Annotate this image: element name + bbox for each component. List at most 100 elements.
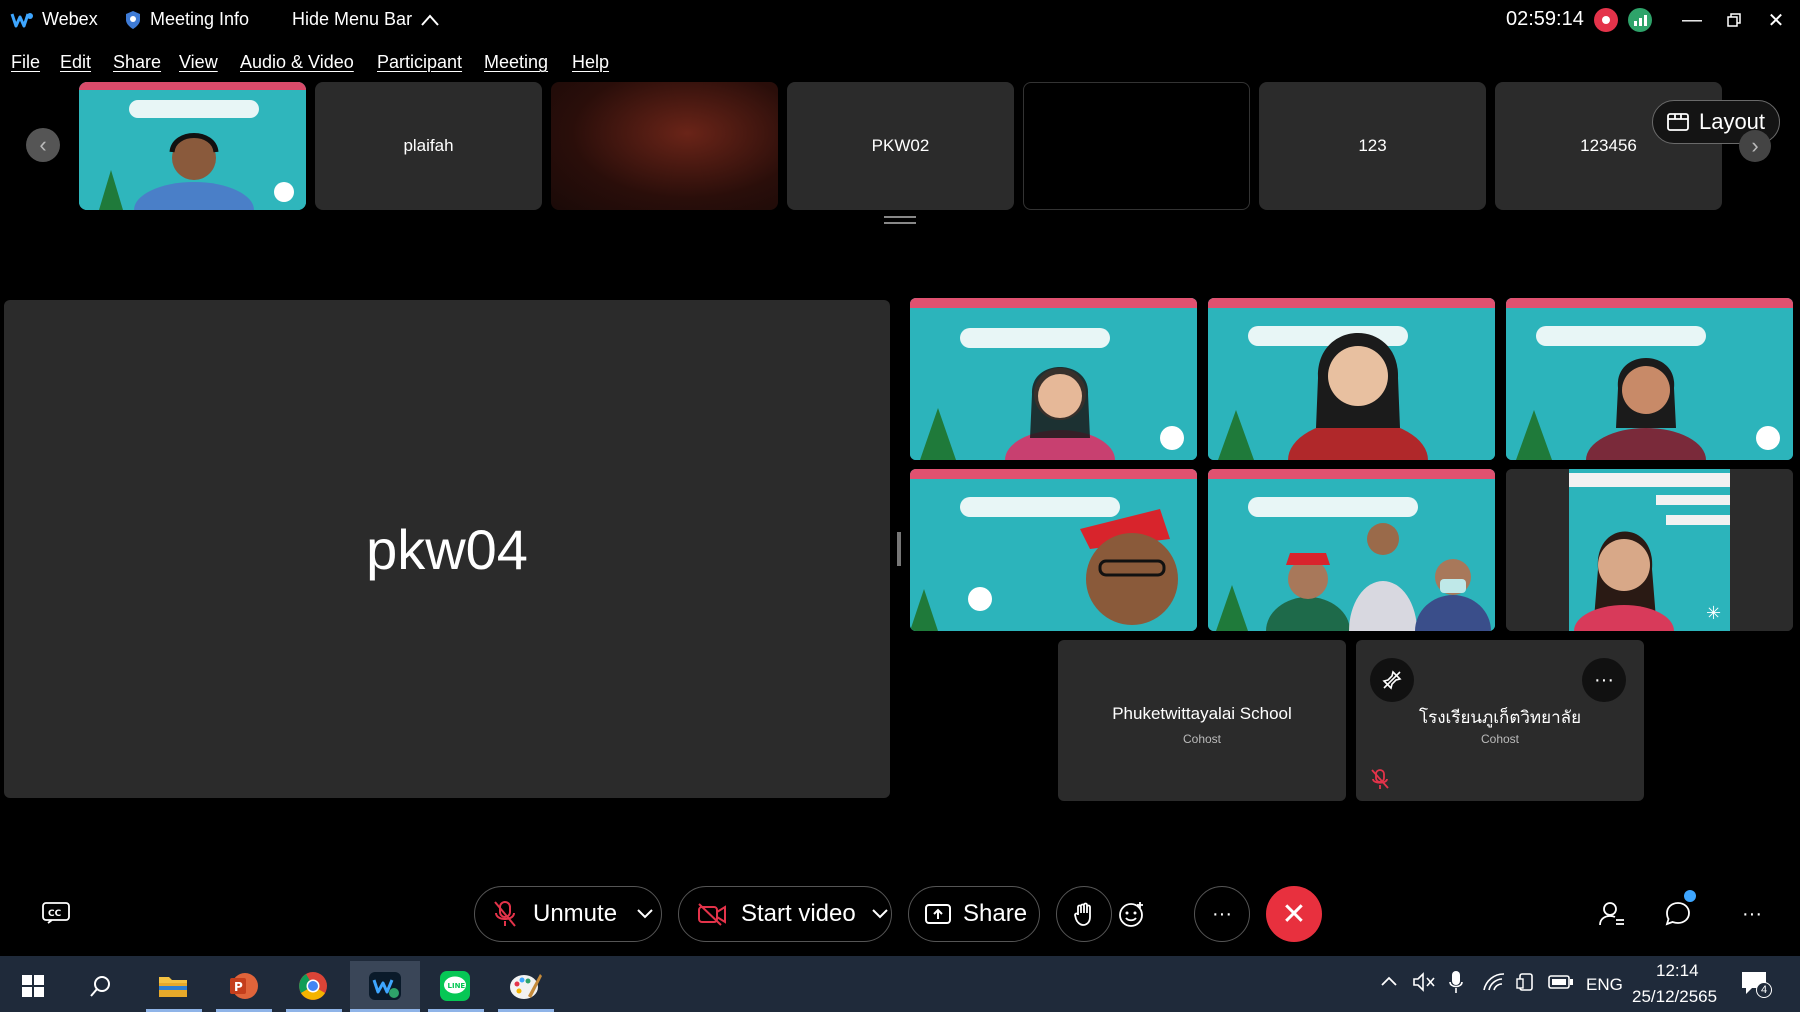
filmstrip-video-tile[interactable]: [79, 82, 306, 210]
menu-view[interactable]: View: [179, 52, 218, 73]
line-app-icon[interactable]: LINE: [422, 961, 488, 1011]
start-video-button[interactable]: Start video: [678, 886, 892, 942]
wifi-icon[interactable]: [1482, 972, 1506, 992]
recording-icon[interactable]: [1594, 8, 1618, 32]
share-label: Share: [963, 900, 1028, 927]
reactions-icon: [1119, 902, 1143, 927]
participant-video: ✳: [1506, 469, 1793, 631]
notifications-icon[interactable]: 4: [1740, 970, 1772, 998]
filmstrip-video-tile[interactable]: [551, 82, 778, 210]
menu-help[interactable]: Help: [572, 52, 609, 73]
active-speaker-name: pkw04: [366, 517, 528, 581]
filmstrip-next-icon[interactable]: ›: [1739, 130, 1771, 162]
share-screen-icon: [925, 904, 951, 924]
video-off-icon: [698, 903, 726, 926]
chevron-down-icon[interactable]: [637, 909, 653, 919]
webex-logo-icon: [10, 12, 33, 27]
chat-panel-icon[interactable]: [1650, 886, 1706, 942]
menu-file[interactable]: File: [11, 52, 40, 73]
muted-mic-icon: [1371, 769, 1389, 789]
menu-edit[interactable]: Edit: [60, 52, 91, 73]
powerpoint-icon[interactable]: P: [210, 961, 276, 1011]
hide-menu-label: Hide Menu Bar: [292, 9, 413, 29]
filmstrip-tile-plaifah[interactable]: plaifah: [315, 82, 542, 210]
share-button[interactable]: Share: [908, 886, 1040, 942]
reactions-button[interactable]: [1092, 886, 1172, 942]
unmute-label: Unmute: [533, 900, 618, 927]
search-icon[interactable]: [68, 961, 134, 1011]
chevron-down-icon[interactable]: [872, 909, 888, 919]
participant-video: [79, 82, 306, 210]
filmstrip-tile-pkw02[interactable]: PKW02: [787, 82, 1014, 210]
participant-role: Cohost: [1480, 732, 1520, 746]
webex-taskbar-icon[interactable]: [350, 961, 420, 1011]
participants-panel-icon[interactable]: [1584, 886, 1640, 942]
svg-text:LINE: LINE: [448, 982, 466, 990]
more-options-icon[interactable]: ···: [1582, 658, 1626, 702]
participant-video-tile[interactable]: [910, 469, 1197, 631]
filmstrip-resize-handle[interactable]: [884, 216, 916, 224]
filmstrip-video-tile[interactable]: [1023, 82, 1250, 210]
active-speaker-tile[interactable]: pkw04: [4, 300, 890, 798]
input-language[interactable]: ENG: [1586, 975, 1623, 995]
battery-icon[interactable]: [1548, 974, 1574, 990]
svg-text:P: P: [234, 980, 243, 994]
participant-name: โรงเรียนภูเก็ตวิทยาลัย: [1418, 708, 1582, 727]
participant-video: [1506, 298, 1793, 460]
participant-name: Phuketwittayalai School: [1112, 704, 1292, 723]
paint-app-icon[interactable]: [492, 961, 558, 1011]
participant-video-tile[interactable]: [1208, 298, 1495, 460]
muted-mic-icon: [494, 901, 516, 927]
filmstrip-name: 123: [1358, 136, 1387, 155]
title-bar: Webex Meeting Info Hide Menu Bar 02:59:1…: [0, 0, 1800, 42]
microphone-icon[interactable]: [1448, 970, 1464, 994]
filmstrip-name: 123456: [1580, 136, 1637, 155]
participant-role: Cohost: [1182, 732, 1222, 746]
file-explorer-icon[interactable]: [140, 961, 206, 1011]
app-name: Webex: [42, 9, 98, 29]
windows-start-icon[interactable]: [0, 961, 66, 1011]
meeting-info-button[interactable]: Meeting Info: [124, 9, 249, 30]
participant-video-tile[interactable]: [1506, 298, 1793, 460]
filmstrip-tile-123[interactable]: 123: [1259, 82, 1486, 210]
layout-icon: [1667, 113, 1689, 131]
taskbar-clock-time[interactable]: 12:14: [1656, 961, 1699, 981]
participant-tile-thai-school[interactable]: ··· โรงเรียนภูเก็ตวิทยาลัย Cohost: [1356, 640, 1644, 801]
start-video-label: Start video: [741, 900, 856, 927]
taskbar-clock-date[interactable]: 25/12/2565: [1632, 987, 1717, 1007]
participant-video-tile[interactable]: ✳: [1506, 469, 1793, 631]
more-panels-icon[interactable]: ···: [1724, 886, 1780, 942]
chat-unread-dot: [1684, 890, 1696, 902]
network-health-icon[interactable]: [1628, 8, 1652, 32]
filmstrip-name: PKW02: [871, 136, 930, 155]
close-window-icon[interactable]: ✕: [1756, 4, 1796, 36]
stage-splitter[interactable]: [897, 532, 901, 566]
captions-icon[interactable]: CC: [38, 890, 74, 936]
leave-meeting-button[interactable]: ✕: [1266, 886, 1322, 942]
filmstrip-prev-icon[interactable]: ‹: [26, 128, 60, 162]
menu-participant[interactable]: Participant: [377, 52, 462, 73]
participant-video-tile[interactable]: [910, 298, 1197, 460]
show-hidden-icons-icon[interactable]: [1380, 975, 1398, 987]
webex-brand[interactable]: Webex: [10, 9, 98, 30]
participant-video: [910, 298, 1197, 460]
participant-video: [910, 469, 1197, 631]
meeting-info-label: Meeting Info: [150, 9, 250, 29]
chrome-icon[interactable]: [280, 961, 346, 1011]
menu-share[interactable]: Share: [113, 52, 161, 73]
more-controls-button[interactable]: ···: [1194, 886, 1250, 942]
participant-tile-phuketwittayalai[interactable]: Phuketwittayalai School Cohost: [1058, 640, 1346, 801]
svg-text:✳: ✳: [1706, 603, 1721, 624]
unmute-button[interactable]: Unmute: [474, 886, 662, 942]
device-icon[interactable]: [1516, 972, 1536, 992]
volume-muted-icon[interactable]: [1412, 972, 1436, 992]
unpin-icon[interactable]: [1370, 658, 1414, 702]
restore-icon[interactable]: [1714, 4, 1754, 36]
participant-video-tile[interactable]: [1208, 469, 1495, 631]
notification-count: 4: [1756, 982, 1772, 998]
minimize-icon[interactable]: —: [1672, 4, 1712, 36]
hide-menu-bar-button[interactable]: Hide Menu Bar: [292, 9, 440, 30]
menu-audio-video[interactable]: Audio & Video: [240, 52, 354, 73]
menu-meeting[interactable]: Meeting: [484, 52, 548, 73]
shield-icon: [126, 10, 140, 29]
